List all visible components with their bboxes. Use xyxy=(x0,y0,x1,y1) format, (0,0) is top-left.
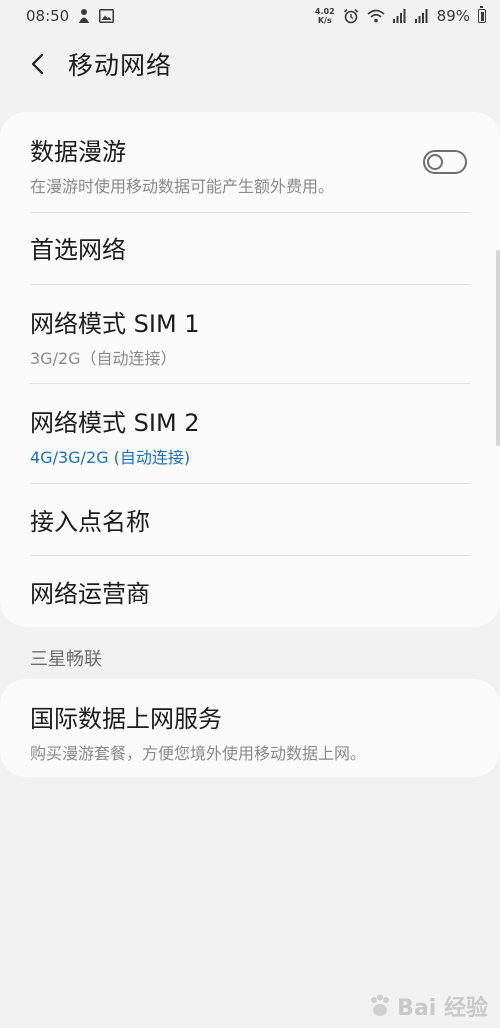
data-roaming-subtitle: 在漫游时使用移动数据可能产生额外费用。 xyxy=(30,177,335,196)
network-mode-sim2-title: 网络模式 SIM 2 xyxy=(30,409,200,437)
divider xyxy=(30,555,470,556)
divider xyxy=(30,383,470,384)
data-roaming-toggle[interactable] xyxy=(423,150,467,174)
divider xyxy=(30,483,470,484)
international-data-title: 国际数据上网服务 xyxy=(30,705,222,733)
4g-signal-icon xyxy=(414,9,429,23)
status-left: 08:50 xyxy=(26,7,115,25)
preferred-network-title: 首选网络 xyxy=(30,236,126,264)
net-speed-unit: K/s xyxy=(317,16,332,25)
toggle-knob xyxy=(427,154,443,170)
apn-title: 接入点名称 xyxy=(30,508,150,536)
international-data-subtitle: 购买漫游套餐，方便您境外使用移动数据上网。 xyxy=(30,744,367,763)
preferred-network-row[interactable]: 首选网络 xyxy=(0,230,500,265)
status-bar: 08:50 4.02 K/s 89% xyxy=(0,0,500,32)
section-header-samsung: 三星畅联 xyxy=(30,649,102,670)
chevron-left-icon xyxy=(31,53,44,75)
net-speed: 4.02 K/s xyxy=(315,7,335,25)
status-time: 08:50 xyxy=(26,7,70,25)
network-mode-sim1-title: 网络模式 SIM 1 xyxy=(30,310,200,338)
back-button[interactable] xyxy=(18,44,58,84)
battery-icon xyxy=(478,6,486,23)
battery-percent: 89% xyxy=(436,7,470,25)
page-title: 移动网络 xyxy=(68,51,173,80)
watermark: Bai 经验 xyxy=(367,990,488,1022)
scrollbar[interactable] xyxy=(496,250,500,446)
signal-icon xyxy=(392,9,407,23)
samsung-connect-card: 国际数据上网服务 购买漫游套餐，方便您境外使用移动数据上网。 xyxy=(0,679,500,777)
mobile-network-settings-card: 数据漫游 在漫游时使用移动数据可能产生额外费用。 首选网络 网络模式 SIM 1… xyxy=(0,112,500,627)
notification-icon xyxy=(77,8,91,24)
wifi-icon xyxy=(367,9,385,23)
image-icon xyxy=(99,9,115,23)
divider xyxy=(30,212,470,213)
apn-row[interactable]: 接入点名称 xyxy=(0,502,500,537)
network-operator-row[interactable]: 网络运营商 xyxy=(0,574,500,609)
status-right: 4.02 K/s 89% xyxy=(315,6,486,25)
network-mode-sim1-subtitle: 3G/2G（自动连接） xyxy=(30,349,177,368)
network-mode-sim2-subtitle: 4G/3G/2G (自动连接) xyxy=(30,448,191,467)
watermark-text: Bai 经验 xyxy=(397,996,488,1021)
paw-icon xyxy=(367,993,393,1019)
app-bar: 移动网络 xyxy=(0,32,500,96)
international-data-row[interactable]: 国际数据上网服务 购买漫游套餐，方便您境外使用移动数据上网。 xyxy=(0,699,500,764)
net-speed-value: 4.02 xyxy=(314,7,335,16)
alarm-icon xyxy=(343,8,359,24)
network-mode-sim2-row[interactable]: 网络模式 SIM 2 4G/3G/2G (自动连接) xyxy=(0,403,500,468)
network-operator-title: 网络运营商 xyxy=(30,580,150,608)
divider xyxy=(30,284,470,285)
network-mode-sim1-row[interactable]: 网络模式 SIM 1 3G/2G（自动连接） xyxy=(0,304,500,369)
